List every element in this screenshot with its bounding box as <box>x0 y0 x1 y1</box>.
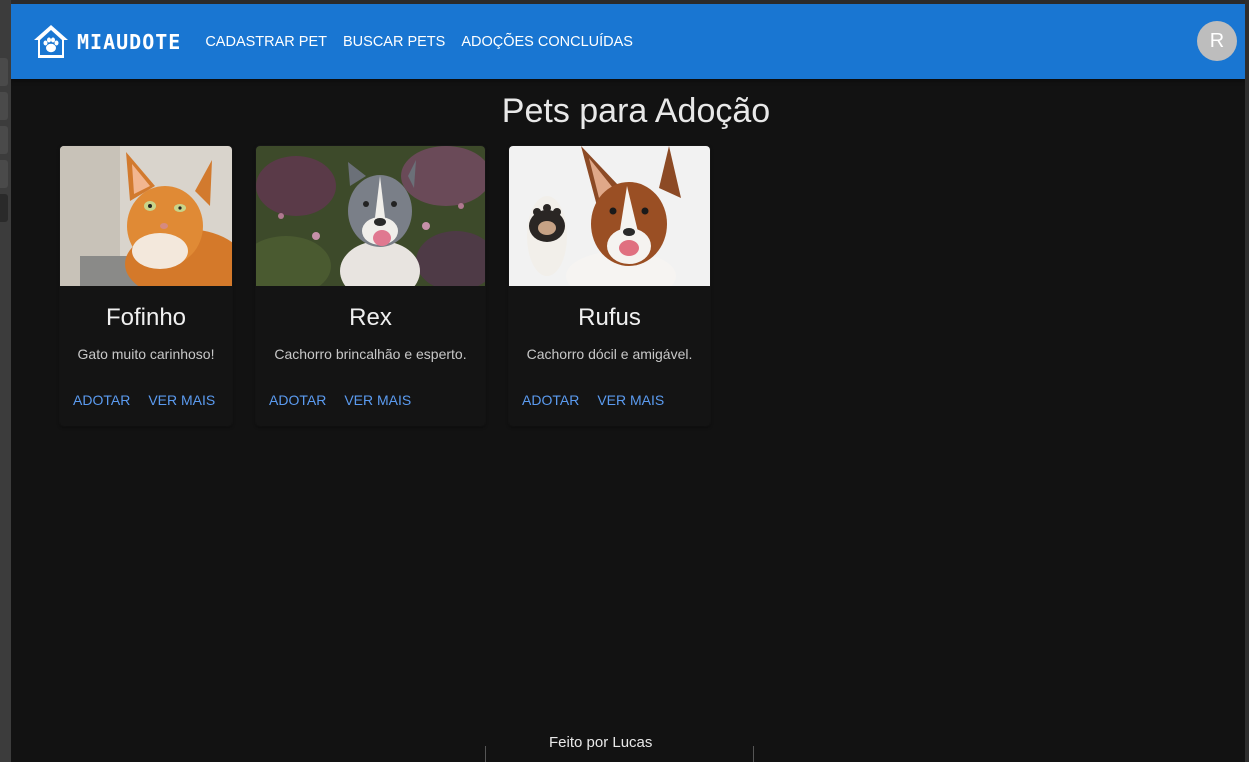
app-window: MIAUDOTE CADASTRAR PET BUSCAR PETS ADOÇÕ… <box>11 4 1245 762</box>
brand-name: MIAUDOTE <box>77 29 182 54</box>
see-more-button[interactable]: VER MAIS <box>592 386 669 414</box>
pet-name: Rex <box>349 304 392 331</box>
side-tab[interactable] <box>0 194 8 222</box>
pet-card: Rex Cachorro brincalhão e esperto. ADOTA… <box>256 146 485 426</box>
adopt-button[interactable]: ADOTAR <box>68 386 135 414</box>
card-actions: ADOTAR VER MAIS <box>68 386 220 414</box>
pet-description: Cachorro brincalhão e esperto. <box>274 346 467 362</box>
page-title: Pets para Adoção <box>501 92 771 130</box>
pet-name: Fofinho <box>105 304 187 331</box>
adopt-button[interactable]: ADOTAR <box>517 386 584 414</box>
pet-card: Fofinho Gato muito carinhoso! ADOTAR VER… <box>60 146 232 426</box>
side-tab[interactable] <box>0 160 8 188</box>
card-actions: ADOTAR VER MAIS <box>517 386 669 414</box>
nav-adocoes-concluidas[interactable]: ADOÇÕES CONCLUÍDAS <box>453 28 641 56</box>
pet-description: Gato muito carinhoso! <box>77 346 215 362</box>
footer-divider <box>753 746 754 762</box>
pet-image <box>509 146 710 286</box>
user-avatar[interactable]: R <box>1197 21 1237 61</box>
pet-name: Rufus <box>578 304 641 331</box>
see-more-button[interactable]: VER MAIS <box>339 386 416 414</box>
nav-buscar-pets[interactable]: BUSCAR PETS <box>335 28 453 56</box>
side-tab[interactable] <box>0 58 8 86</box>
nav-cadastrar-pet[interactable]: CADASTRAR PET <box>197 28 335 56</box>
footer-divider <box>485 746 486 762</box>
pet-card: Rufus Cachorro dócil e amigável. ADOTAR … <box>509 146 710 426</box>
card-actions: ADOTAR VER MAIS <box>264 386 416 414</box>
pet-image <box>256 146 485 286</box>
adopt-button[interactable]: ADOTAR <box>264 386 331 414</box>
pet-description: Cachorro dócil e amigável. <box>526 346 693 362</box>
footer-text: Feito por Lucas <box>549 734 653 751</box>
pet-image <box>60 146 232 286</box>
brand[interactable]: MIAUDOTE <box>31 22 181 62</box>
app-bar: MIAUDOTE CADASTRAR PET BUSCAR PETS ADOÇÕ… <box>11 4 1245 79</box>
see-more-button[interactable]: VER MAIS <box>143 386 220 414</box>
window-right-edge <box>1245 0 1249 762</box>
side-tab[interactable] <box>0 126 8 154</box>
paw-house-icon <box>31 22 71 62</box>
side-tab[interactable] <box>0 92 8 120</box>
editor-side-strip <box>0 0 11 762</box>
